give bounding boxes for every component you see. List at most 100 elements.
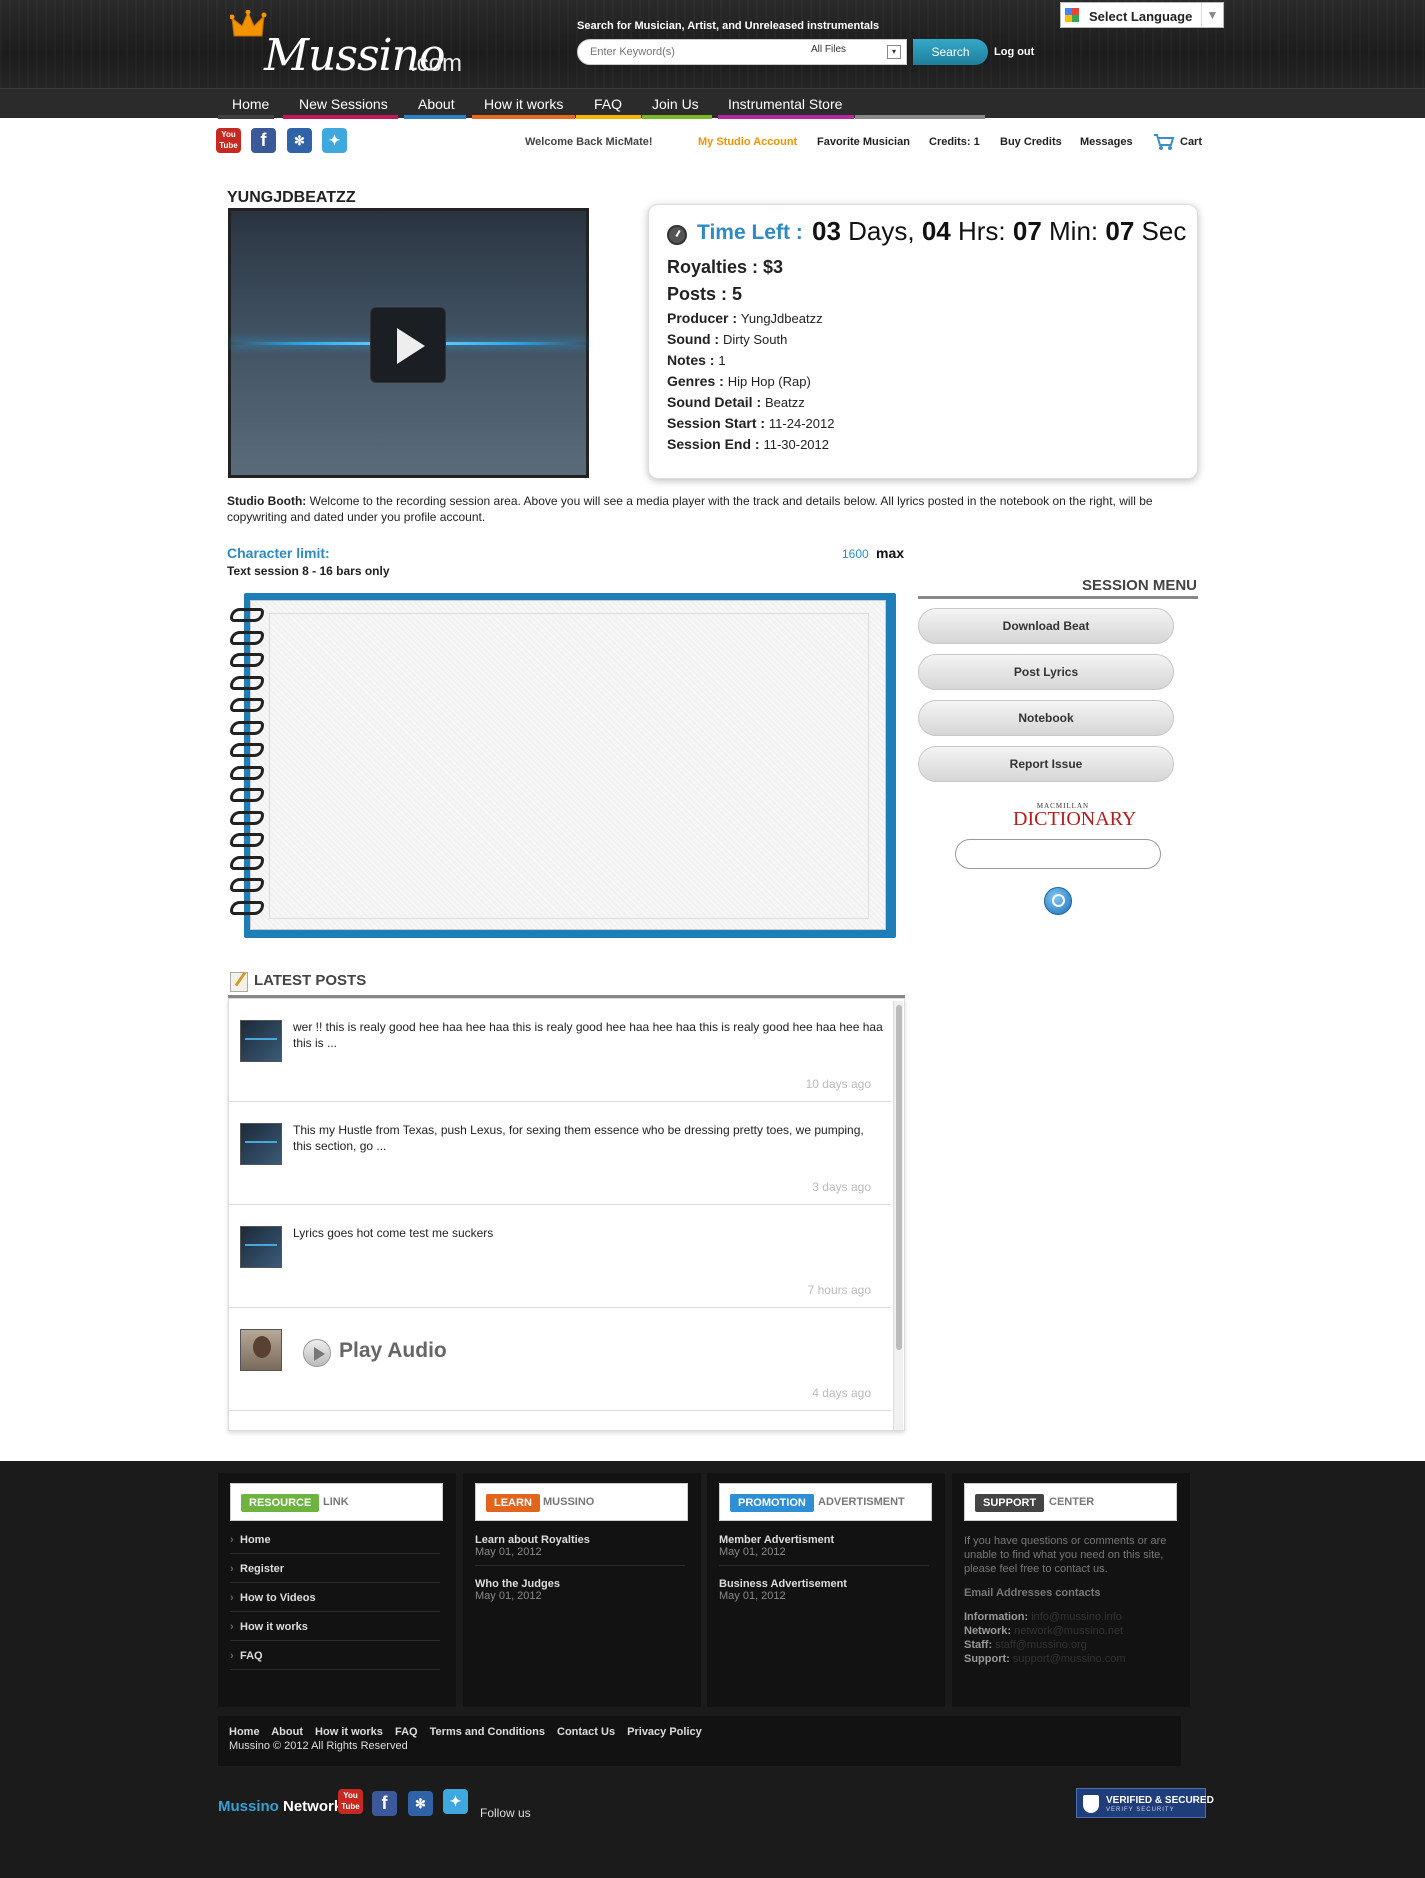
- twitter-icon[interactable]: ✦: [322, 128, 347, 153]
- contact-email[interactable]: staff@mussino.org: [995, 1639, 1087, 1651]
- list-item[interactable]: [229, 1411, 891, 1430]
- contact-network: Network: network@mussino.net: [964, 1624, 1179, 1638]
- my-studio-account-link[interactable]: My Studio Account: [698, 136, 797, 148]
- youtube-icon[interactable]: You Tube: [338, 1789, 363, 1814]
- footer-article[interactable]: Member Advertisment May 01, 2012: [719, 1534, 929, 1558]
- footer-divider: [230, 1669, 440, 1670]
- notebook-button[interactable]: Notebook: [918, 700, 1174, 736]
- latest-posts-title: LATEST POSTS: [254, 972, 367, 989]
- cart-link[interactable]: Cart: [1180, 136, 1202, 148]
- text-session-note: Text session 8 - 16 bars only: [227, 564, 390, 578]
- nav-item-faq[interactable]: FAQ: [576, 89, 641, 119]
- footer-article[interactable]: Learn about Royalties May 01, 2012: [475, 1534, 685, 1558]
- article-title[interactable]: Business Advertisement: [719, 1578, 929, 1590]
- play-icon[interactable]: [370, 307, 446, 383]
- search-scope-value: All Files: [811, 44, 847, 55]
- footer-link-register[interactable]: Register: [230, 1563, 440, 1575]
- posts-count: Posts : 5: [667, 284, 742, 305]
- nav-item-home[interactable]: Home: [218, 89, 274, 119]
- nav-item-how-it-works[interactable]: How it works: [472, 89, 575, 119]
- verified-secured-badge[interactable]: VERIFIED & SECURED VERIFY SECURITY: [1076, 1788, 1214, 1818]
- footer-article[interactable]: Business Advertisement May 01, 2012: [719, 1578, 929, 1602]
- spiral-ring: [230, 720, 264, 735]
- youtube-icon[interactable]: You Tube: [216, 128, 241, 153]
- footer-divider: [719, 1565, 929, 1566]
- footer-bottom-link[interactable]: Privacy Policy: [627, 1726, 702, 1738]
- nav-underline: [642, 115, 712, 119]
- article-title[interactable]: Learn about Royalties: [475, 1534, 685, 1546]
- nav-item-join-us[interactable]: Join Us: [642, 89, 712, 119]
- favorite-musician-link[interactable]: Favorite Musician: [817, 136, 910, 148]
- footer-bottom-link[interactable]: About: [271, 1726, 303, 1738]
- royalties-value: $3: [763, 257, 784, 277]
- list-item[interactable]: Play Audio 4 days ago: [229, 1308, 891, 1411]
- avatar[interactable]: [240, 1123, 282, 1165]
- report-issue-button[interactable]: Report Issue: [918, 746, 1174, 782]
- footer-bottom-link[interactable]: Contact Us: [557, 1726, 615, 1738]
- facebook-icon[interactable]: f: [372, 1791, 397, 1816]
- notepad-icon: [230, 972, 248, 992]
- footer-link-faq[interactable]: FAQ: [230, 1650, 440, 1662]
- footer-link-home[interactable]: Home: [230, 1534, 440, 1546]
- buy-credits-link[interactable]: Buy Credits: [1000, 136, 1062, 148]
- notebook-spiral: [230, 608, 266, 933]
- messages-link[interactable]: Messages: [1080, 136, 1133, 148]
- nav-underline: [718, 115, 854, 119]
- detail-notes: Notes : 1: [667, 352, 726, 368]
- avatar[interactable]: [240, 1020, 282, 1062]
- media-player[interactable]: [228, 208, 589, 478]
- search-input[interactable]: [590, 44, 790, 60]
- footer-bottom-link[interactable]: Home: [229, 1726, 260, 1738]
- myspace-icon[interactable]: ✻: [287, 128, 312, 153]
- nav-item-new-sessions[interactable]: New Sessions: [283, 89, 398, 119]
- search-caption: Search for Musician, Artist, and Unrelea…: [577, 20, 880, 32]
- session-menu-divider: [918, 596, 1198, 599]
- latest-posts-list[interactable]: wer !! this is realy good hee haa hee ha…: [228, 998, 905, 1431]
- scrollbar-thumb[interactable]: [896, 1005, 902, 1350]
- spiral-ring: [230, 608, 264, 622]
- logout-link[interactable]: Log out: [994, 46, 1034, 58]
- footer-article[interactable]: Who the Judges May 01, 2012: [475, 1578, 685, 1602]
- detail-value: 11-24-2012: [768, 416, 835, 431]
- mussino-logo[interactable]: Mussino .com: [228, 10, 508, 81]
- posts-scrollbar[interactable]: [893, 1001, 903, 1430]
- post-lyrics-button[interactable]: Post Lyrics: [918, 654, 1174, 690]
- facebook-icon[interactable]: f: [251, 128, 276, 153]
- footer-link-how-it-works[interactable]: How it works: [230, 1621, 440, 1633]
- character-limit-value: 1600: [842, 547, 869, 561]
- article-title[interactable]: Who the Judges: [475, 1578, 685, 1590]
- avatar[interactable]: [240, 1226, 282, 1268]
- max-label: max: [876, 545, 905, 561]
- footer-link-how-to-videos[interactable]: How to Videos: [230, 1592, 440, 1604]
- search-icon[interactable]: [1044, 887, 1072, 915]
- search-scope-select[interactable]: All Files ▾: [811, 44, 903, 60]
- nav-item-instrumental-store[interactable]: Instrumental Store: [718, 89, 854, 119]
- myspace-icon[interactable]: ✻: [408, 1791, 433, 1816]
- footer-bottom-link[interactable]: FAQ: [395, 1726, 418, 1738]
- detail-value[interactable]: YungJdbeatzz: [741, 311, 823, 326]
- contact-email[interactable]: info@mussino.info: [1031, 1611, 1122, 1623]
- contact-label: Information:: [964, 1611, 1029, 1623]
- twitter-icon[interactable]: ✦: [443, 1789, 468, 1814]
- avatar[interactable]: [240, 1329, 282, 1371]
- dictionary-search-input[interactable]: [955, 839, 1161, 869]
- list-item[interactable]: wer !! this is realy good hee haa hee ha…: [229, 999, 891, 1102]
- footer-bottom-link[interactable]: Terms and Conditions: [430, 1726, 545, 1738]
- cart-icon[interactable]: [1153, 133, 1175, 151]
- hours-value: 04: [921, 216, 951, 246]
- list-item[interactable]: This my Hustle from Texas, push Lexus, f…: [229, 1102, 891, 1205]
- email-heading: Email Addresses contacts: [964, 1587, 1101, 1599]
- language-select[interactable]: Select Language ▼: [1060, 2, 1224, 28]
- footer-bottom-link[interactable]: How it works: [315, 1726, 383, 1738]
- credits-link[interactable]: Credits: 1: [929, 136, 980, 148]
- nav-label: Home: [232, 96, 270, 112]
- nav-item-about[interactable]: About: [404, 89, 466, 119]
- search-button[interactable]: Search: [913, 39, 988, 65]
- list-item[interactable]: Lyrics goes hot come test me suckers 7 h…: [229, 1205, 891, 1308]
- footer-tag: PROMOTION: [730, 1494, 814, 1512]
- contact-email[interactable]: network@mussino.net: [1014, 1625, 1123, 1637]
- lyrics-textarea[interactable]: [269, 613, 869, 919]
- article-title[interactable]: Member Advertisment: [719, 1534, 929, 1546]
- contact-email[interactable]: support@mussino.com: [1013, 1653, 1126, 1665]
- download-beat-button[interactable]: Download Beat: [918, 608, 1174, 644]
